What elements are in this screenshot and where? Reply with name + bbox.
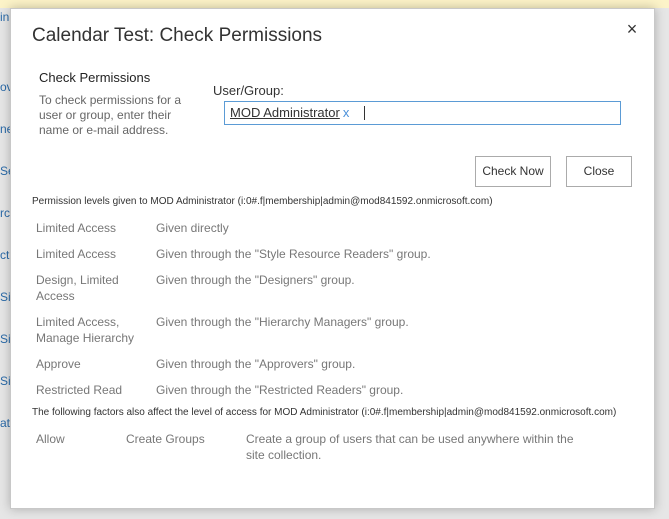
- user-group-input[interactable]: MOD Administrator x: [224, 101, 621, 125]
- close-button[interactable]: Close: [566, 156, 632, 187]
- factor-description: Create a group of users that can be used…: [246, 432, 574, 462]
- check-now-button[interactable]: Check Now: [475, 156, 551, 187]
- text-caret: [364, 106, 365, 120]
- user-group-label: User/Group:: [213, 83, 284, 98]
- permission-source: Given through the "Approvers" group.: [156, 357, 356, 371]
- permission-source: Given through the "Style Resource Reader…: [156, 247, 431, 261]
- permission-level: Limited Access, Manage Hierarchy: [36, 315, 135, 345]
- background-fragment: at: [0, 416, 11, 430]
- permission-level: Design, Limited Access: [36, 273, 119, 303]
- close-icon[interactable]: ×: [623, 20, 641, 38]
- factor-effect: Allow: [36, 432, 65, 446]
- selected-user-name[interactable]: MOD Administrator: [230, 105, 340, 120]
- section-description: To check permissions for a user or group…: [39, 93, 182, 137]
- notification-bar: [0, 0, 669, 8]
- selected-user-token[interactable]: MOD Administrator x: [230, 105, 349, 120]
- permission-source: Given through the "Designers" group.: [156, 273, 355, 287]
- permission-source: Given through the "Hierarchy Managers" g…: [156, 315, 409, 329]
- permission-level: Limited Access: [36, 221, 117, 235]
- permission-source: Given directly: [156, 221, 229, 235]
- background-fragment: in: [0, 10, 10, 24]
- section-title: Check Permissions: [39, 70, 151, 85]
- check-permissions-dialog: Calendar Test: Check Permissions × Check…: [10, 8, 655, 509]
- permission-source: Given through the "Restricted Readers" g…: [156, 383, 404, 397]
- permission-level: Limited Access: [36, 247, 117, 261]
- permission-level: Approve: [36, 357, 81, 371]
- permission-levels-heading: Permission levels given to MOD Administr…: [32, 196, 493, 207]
- access-factors-heading: The following factors also affect the le…: [32, 407, 617, 418]
- remove-user-icon[interactable]: x: [343, 105, 350, 120]
- factor-permission: Create Groups: [126, 432, 205, 446]
- permission-level: Restricted Read: [36, 383, 123, 397]
- dialog-title: Calendar Test: Check Permissions: [32, 25, 323, 46]
